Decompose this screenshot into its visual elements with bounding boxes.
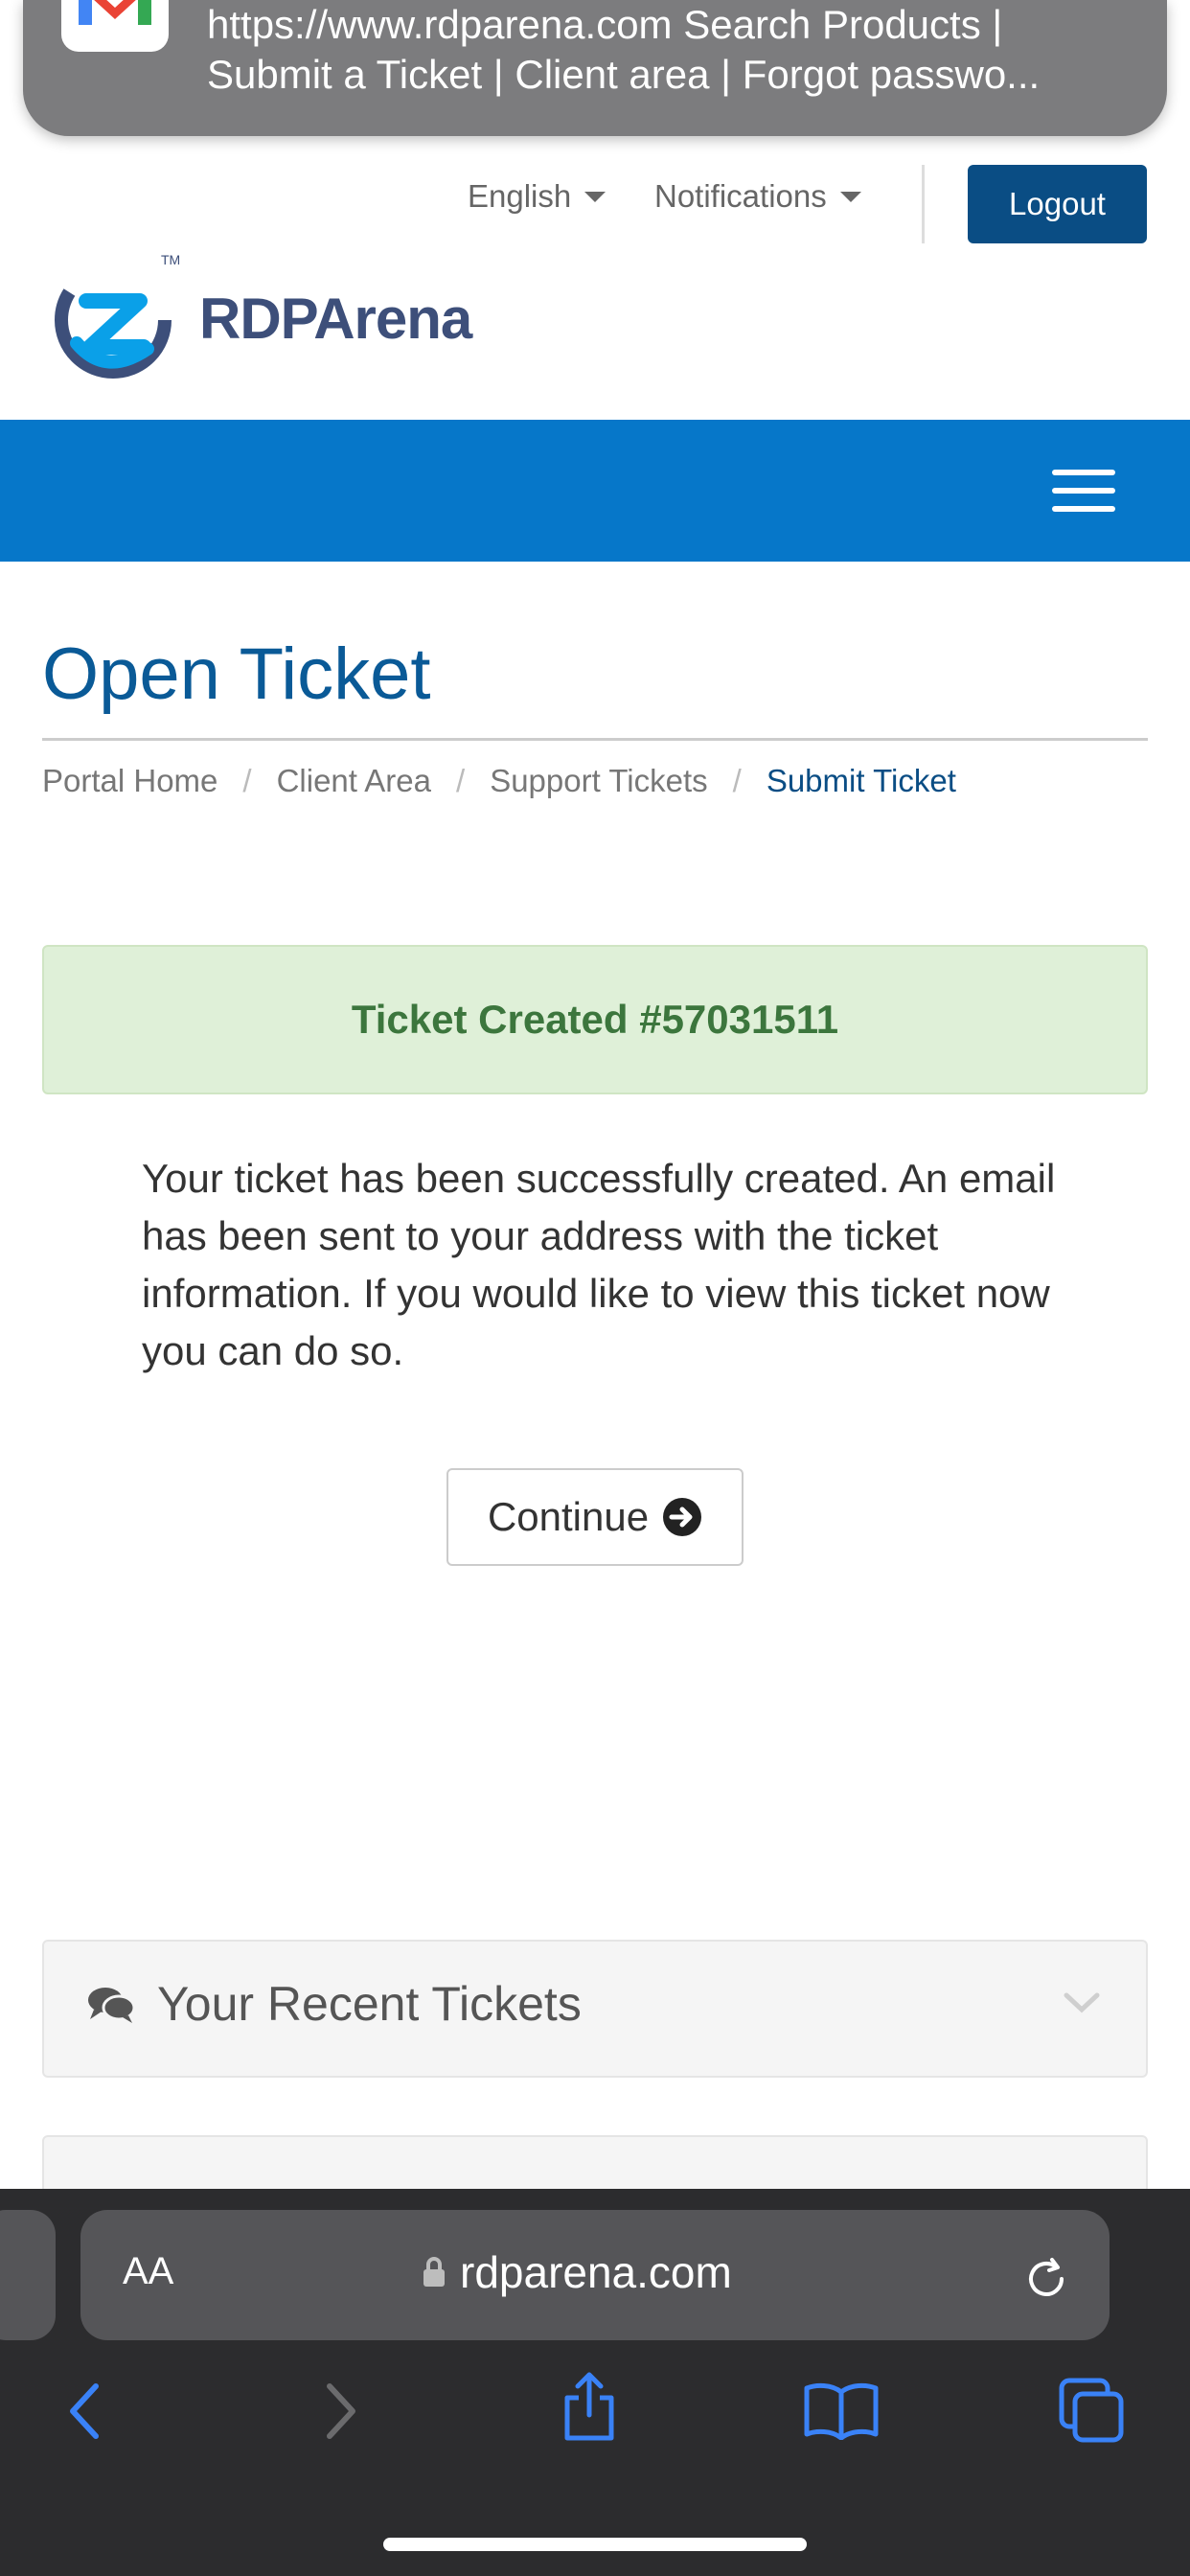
breadcrumb-support-tickets[interactable]: Support Tickets [490,763,707,799]
notification-banner[interactable]: https://www.rdparena.com Search Products… [23,0,1167,136]
comments-icon [88,1988,136,2023]
caret-down-icon [584,191,606,202]
title-divider [42,738,1148,741]
gmail-icon [61,0,169,52]
ticket-number: #57031511 [639,997,839,1042]
ticket-created-alert: Ticket Created #57031511 [42,945,1148,1094]
panel-heading: Your Recent Tickets [86,1976,582,2032]
breadcrumb: Portal Home / Client Area / Support Tick… [42,763,956,799]
back-icon[interactable] [63,2380,105,2442]
share-icon[interactable] [560,2371,619,2442]
notifications-label: Notifications [654,178,827,214]
bookmarks-icon[interactable] [803,2380,880,2440]
notification-line-1: https://www.rdparena.com Search Products… [207,2,1003,47]
home-indicator[interactable] [383,2538,807,2551]
confirmation-message: Your ticket has been successfully create… [142,1156,1056,1373]
logo-wordmark: RDPArena [199,286,472,351]
alert-label: Ticket Created [351,997,640,1042]
logout-button[interactable]: Logout [968,165,1147,243]
language-dropdown[interactable]: English [468,178,606,215]
breadcrumb-portal-home[interactable]: Portal Home [42,763,217,799]
language-label: English [468,178,572,214]
notification-text: https://www.rdparena.com Search Products… [207,0,1146,100]
notifications-dropdown[interactable]: Notifications [654,178,861,215]
breadcrumb-client-area[interactable]: Client Area [277,763,431,799]
reader-options-button[interactable]: AA [123,2250,173,2293]
main-navbar [0,420,1190,562]
continue-button[interactable]: Continue [446,1468,744,1566]
arrow-circle-right-icon [663,1498,702,1536]
breadcrumb-separator: / [732,763,742,798]
breadcrumb-submit-ticket: Submit Ticket [766,763,956,798]
notification-line-2: Submit a Ticket | Client area | Forgot p… [207,52,1041,97]
svg-text:TM: TM [161,252,180,267]
header-divider [922,165,925,243]
url-display[interactable]: rdparena.com [422,2246,732,2298]
hamburger-menu-icon[interactable] [1052,470,1115,512]
tabs-icon[interactable] [1058,2377,1125,2444]
lock-icon [423,2257,445,2287]
chevron-down-icon[interactable] [1064,1991,1100,2014]
url-text: rdparena.com [460,2247,732,2297]
caret-down-icon [839,191,861,202]
site-logo[interactable]: TM RDPArena [48,251,527,385]
aa-label: AA [123,2250,174,2292]
previous-tab-preview[interactable] [0,2210,56,2340]
page-title: Open Ticket [42,633,431,715]
recent-tickets-panel[interactable]: Your Recent Tickets [42,1940,1148,2078]
reload-icon[interactable] [1019,2252,1073,2306]
recent-tickets-title: Your Recent Tickets [157,1977,582,2031]
breadcrumb-separator: / [456,763,466,798]
forward-icon[interactable] [320,2380,362,2442]
breadcrumb-separator: / [242,763,252,798]
continue-label: Continue [487,1494,650,1539]
rdp-arena-logo-mark-icon: TM [55,252,180,379]
